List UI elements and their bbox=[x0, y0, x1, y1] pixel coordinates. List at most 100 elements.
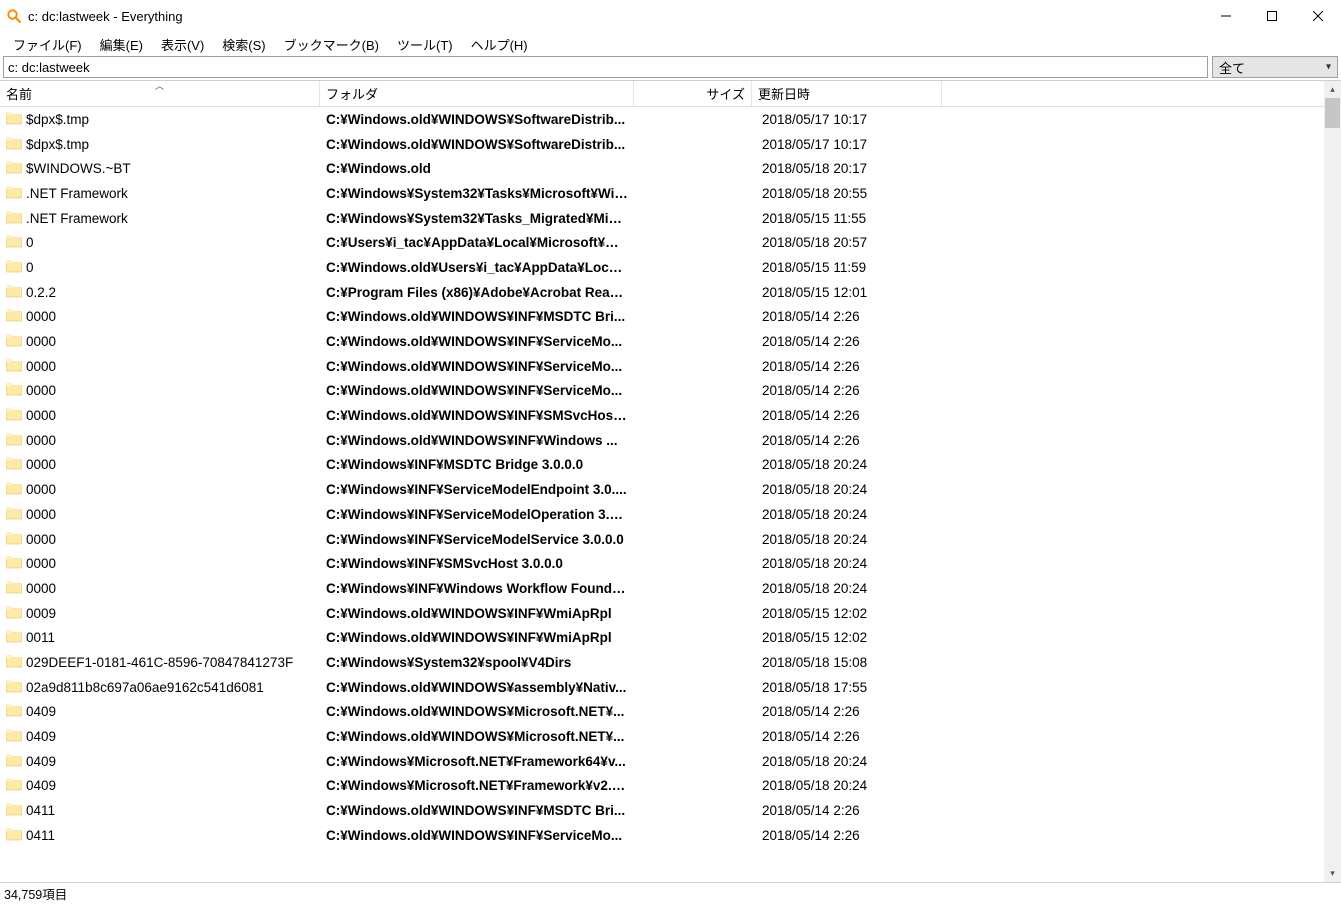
search-input[interactable] bbox=[3, 56, 1208, 78]
row-modified: 2018/05/18 20:24 bbox=[752, 457, 942, 472]
table-row[interactable]: .NET FrameworkC:¥Windows¥System32¥Tasks¥… bbox=[0, 181, 1324, 206]
row-name: $dpx$.tmp bbox=[26, 137, 89, 152]
table-row[interactable]: 0000C:¥Windows.old¥WINDOWS¥INF¥SMSvcHost… bbox=[0, 403, 1324, 428]
table-row[interactable]: 0411C:¥Windows.old¥WINDOWS¥INF¥ServiceMo… bbox=[0, 823, 1324, 848]
row-name: $dpx$.tmp bbox=[26, 112, 89, 127]
table-row[interactable]: $dpx$.tmp C:¥Windows.old¥WINDOWS¥Software… bbox=[0, 132, 1324, 157]
table-row[interactable]: 0000C:¥Windows¥INF¥Windows Workflow Foun… bbox=[0, 576, 1324, 601]
table-row[interactable]: .NET FrameworkC:¥Windows¥System32¥Tasks_… bbox=[0, 206, 1324, 231]
row-modified: 2018/05/14 2:26 bbox=[752, 408, 942, 423]
menu-view[interactable]: 表示(V) bbox=[152, 33, 213, 56]
row-modified: 2018/05/18 20:24 bbox=[752, 581, 942, 596]
folder-icon bbox=[6, 210, 22, 227]
close-button[interactable] bbox=[1295, 0, 1341, 32]
table-row[interactable]: 0411C:¥Windows.old¥WINDOWS¥INF¥MSDTC Bri… bbox=[0, 798, 1324, 823]
table-row[interactable]: 0009C:¥Windows.old¥WINDOWS¥INF¥WmiApRpl2… bbox=[0, 601, 1324, 626]
row-modified: 2018/05/14 2:26 bbox=[752, 704, 942, 719]
menu-help[interactable]: ヘルプ(H) bbox=[462, 33, 537, 56]
row-folder: C:¥Windows.old¥WINDOWS¥assembly¥Nativ... bbox=[320, 680, 634, 695]
folder-icon bbox=[6, 160, 22, 177]
table-row[interactable]: 0C:¥Windows.old¥Users¥i_tac¥AppData¥Loca… bbox=[0, 255, 1324, 280]
table-row[interactable]: 0000C:¥Windows¥INF¥ServiceModelService 3… bbox=[0, 527, 1324, 552]
row-modified: 2018/05/17 10:17 bbox=[752, 137, 942, 152]
listview-body[interactable]: $dpx$.tmp C:¥Windows.old¥WINDOWS¥Software… bbox=[0, 107, 1324, 882]
table-row[interactable]: 0000C:¥Windows.old¥WINDOWS¥INF¥Windows .… bbox=[0, 428, 1324, 453]
folder-icon bbox=[6, 654, 22, 671]
table-row[interactable]: 0000C:¥Windows¥INF¥SMSvcHost 3.0.0.02018… bbox=[0, 551, 1324, 576]
folder-icon bbox=[6, 456, 22, 473]
table-row[interactable]: 0000C:¥Windows¥INF¥ServiceModelOperation… bbox=[0, 502, 1324, 527]
row-name: 0 bbox=[26, 235, 34, 250]
folder-icon bbox=[6, 333, 22, 350]
folder-icon bbox=[6, 284, 22, 301]
table-row[interactable]: 0409C:¥Windows¥Microsoft.NET¥Framework¥v… bbox=[0, 774, 1324, 799]
menu-file[interactable]: ファイル(F) bbox=[4, 33, 91, 56]
row-folder: C:¥Windows¥INF¥MSDTC Bridge 3.0.0.0 bbox=[320, 457, 634, 472]
table-row[interactable]: 029DEEF1-0181-461C-8596-70847841273FC:¥W… bbox=[0, 650, 1324, 675]
row-modified: 2018/05/14 2:26 bbox=[752, 433, 942, 448]
filter-select[interactable]: 全て ▾ bbox=[1212, 56, 1338, 78]
vertical-scrollbar[interactable]: ▴ ▾ bbox=[1324, 81, 1341, 882]
row-modified: 2018/05/18 15:08 bbox=[752, 655, 942, 670]
window-controls bbox=[1203, 0, 1341, 32]
scroll-down-icon[interactable]: ▾ bbox=[1324, 865, 1341, 882]
row-name: 0000 bbox=[26, 334, 56, 349]
row-modified: 2018/05/15 12:01 bbox=[752, 285, 942, 300]
table-row[interactable]: 0000C:¥Windows.old¥WINDOWS¥INF¥ServiceMo… bbox=[0, 329, 1324, 354]
table-row[interactable]: 0000C:¥Windows.old¥WINDOWS¥INF¥MSDTC Bri… bbox=[0, 305, 1324, 330]
folder-icon bbox=[6, 234, 22, 251]
row-folder: C:¥Windows.old¥WINDOWS¥SoftwareDistrib..… bbox=[320, 112, 634, 127]
row-modified: 2018/05/18 20:24 bbox=[752, 482, 942, 497]
column-folder[interactable]: フォルダ bbox=[320, 81, 634, 106]
menu-bookmarks[interactable]: ブックマーク(B) bbox=[275, 33, 388, 56]
column-modified[interactable]: 更新日時 bbox=[752, 81, 942, 106]
filter-value: 全て bbox=[1219, 58, 1245, 77]
row-modified: 2018/05/18 20:24 bbox=[752, 556, 942, 571]
column-name[interactable]: ︿ 名前 bbox=[0, 81, 320, 106]
folder-icon bbox=[6, 629, 22, 646]
column-size[interactable]: サイズ bbox=[634, 81, 752, 106]
status-count: 34,759項目 bbox=[4, 884, 67, 903]
table-row[interactable]: 0.2.2C:¥Program Files (x86)¥Adobe¥Acroba… bbox=[0, 280, 1324, 305]
menu-edit[interactable]: 編集(E) bbox=[91, 33, 152, 56]
row-name: .NET Framework bbox=[26, 211, 128, 226]
row-folder: C:¥Windows¥INF¥ServiceModelService 3.0.0… bbox=[320, 532, 634, 547]
table-row[interactable]: 0409C:¥Windows.old¥WINDOWS¥Microsoft.NET… bbox=[0, 700, 1324, 725]
table-row[interactable]: 0C:¥Users¥i_tac¥AppData¥Local¥Microsoft¥… bbox=[0, 230, 1324, 255]
table-row[interactable]: 0000C:¥Windows¥INF¥ServiceModelEndpoint … bbox=[0, 477, 1324, 502]
scroll-up-icon[interactable]: ▴ bbox=[1324, 81, 1341, 98]
row-folder: C:¥Windows.old¥Users¥i_tac¥AppData¥Local… bbox=[320, 260, 634, 275]
table-row[interactable]: 02a9d811b8c697a06ae9162c541d6081C:¥Windo… bbox=[0, 675, 1324, 700]
table-row[interactable]: 0000C:¥Windows.old¥WINDOWS¥INF¥ServiceMo… bbox=[0, 379, 1324, 404]
minimize-button[interactable] bbox=[1203, 0, 1249, 32]
row-folder: C:¥Windows.old¥WINDOWS¥INF¥WmiApRpl bbox=[320, 606, 634, 621]
scroll-track[interactable] bbox=[1324, 98, 1341, 865]
row-folder: C:¥Windows.old¥WINDOWS¥SoftwareDistrib..… bbox=[320, 137, 634, 152]
listview: ︿ 名前 フォルダ サイズ 更新日時 $dpx$.tmp C:¥Windows.o… bbox=[0, 80, 1341, 882]
row-modified: 2018/05/14 2:26 bbox=[752, 309, 942, 324]
table-row[interactable]: 0409C:¥Windows.old¥WINDOWS¥Microsoft.NET… bbox=[0, 724, 1324, 749]
table-row[interactable]: 0011C:¥Windows.old¥WINDOWS¥INF¥WmiApRpl2… bbox=[0, 625, 1324, 650]
menu-tools[interactable]: ツール(T) bbox=[388, 33, 462, 56]
row-modified: 2018/05/15 12:02 bbox=[752, 630, 942, 645]
table-row[interactable]: $WINDOWS.~BTC:¥Windows.old2018/05/18 20:… bbox=[0, 156, 1324, 181]
maximize-button[interactable] bbox=[1249, 0, 1295, 32]
search-row: 全て ▾ bbox=[0, 56, 1341, 80]
row-modified: 2018/05/14 2:26 bbox=[752, 828, 942, 843]
row-modified: 2018/05/14 2:26 bbox=[752, 334, 942, 349]
table-row[interactable]: 0000C:¥Windows.old¥WINDOWS¥INF¥ServiceMo… bbox=[0, 354, 1324, 379]
row-folder: C:¥Windows.old¥WINDOWS¥INF¥ServiceMo... bbox=[320, 359, 634, 374]
folder-icon bbox=[6, 580, 22, 597]
row-name: 0409 bbox=[26, 778, 56, 793]
table-row[interactable]: 0409C:¥Windows¥Microsoft.NET¥Framework64… bbox=[0, 749, 1324, 774]
menu-search[interactable]: 検索(S) bbox=[213, 33, 274, 56]
row-name: 0000 bbox=[26, 507, 56, 522]
sort-ascending-icon: ︿ bbox=[155, 81, 164, 92]
folder-icon bbox=[6, 753, 22, 770]
scroll-thumb[interactable] bbox=[1325, 98, 1340, 128]
table-row[interactable]: $dpx$.tmp C:¥Windows.old¥WINDOWS¥Software… bbox=[0, 107, 1324, 132]
row-modified: 2018/05/14 2:26 bbox=[752, 383, 942, 398]
row-folder: C:¥Windows¥INF¥Windows Workflow Founda..… bbox=[320, 581, 634, 596]
row-name: 0409 bbox=[26, 754, 56, 769]
table-row[interactable]: 0000C:¥Windows¥INF¥MSDTC Bridge 3.0.0.02… bbox=[0, 453, 1324, 478]
